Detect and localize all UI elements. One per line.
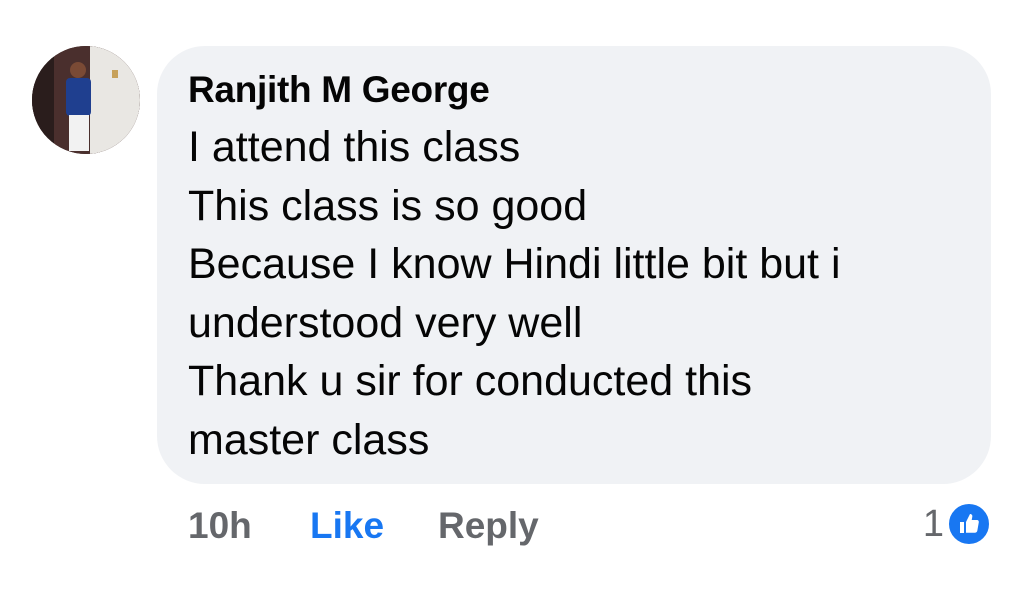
comment-line: Because I know Hindi little bit but i	[188, 240, 841, 288]
thumbs-up-icon	[946, 501, 992, 547]
like-button[interactable]: Like	[310, 503, 384, 549]
comment-line: This class is so good	[188, 181, 588, 230]
comment-bubble: Ranjith M George I attend this class Thi…	[157, 46, 991, 484]
comment-line: I attend this class	[188, 123, 521, 171]
avatar[interactable]	[32, 46, 140, 154]
reply-button[interactable]: Reply	[438, 503, 539, 549]
comment-line: Thank u sir for conducted this	[188, 357, 753, 405]
comment-author[interactable]: Ranjith M George	[188, 68, 961, 112]
reaction-count: 1	[922, 503, 944, 545]
comment-line: master class	[188, 415, 430, 464]
comment-timestamp[interactable]: 10h	[188, 503, 252, 549]
reaction-summary[interactable]: 1	[923, 500, 992, 548]
comment-line: understood very well	[188, 298, 583, 347]
comment-text: I attend this class This class is so goo…	[188, 118, 961, 469]
